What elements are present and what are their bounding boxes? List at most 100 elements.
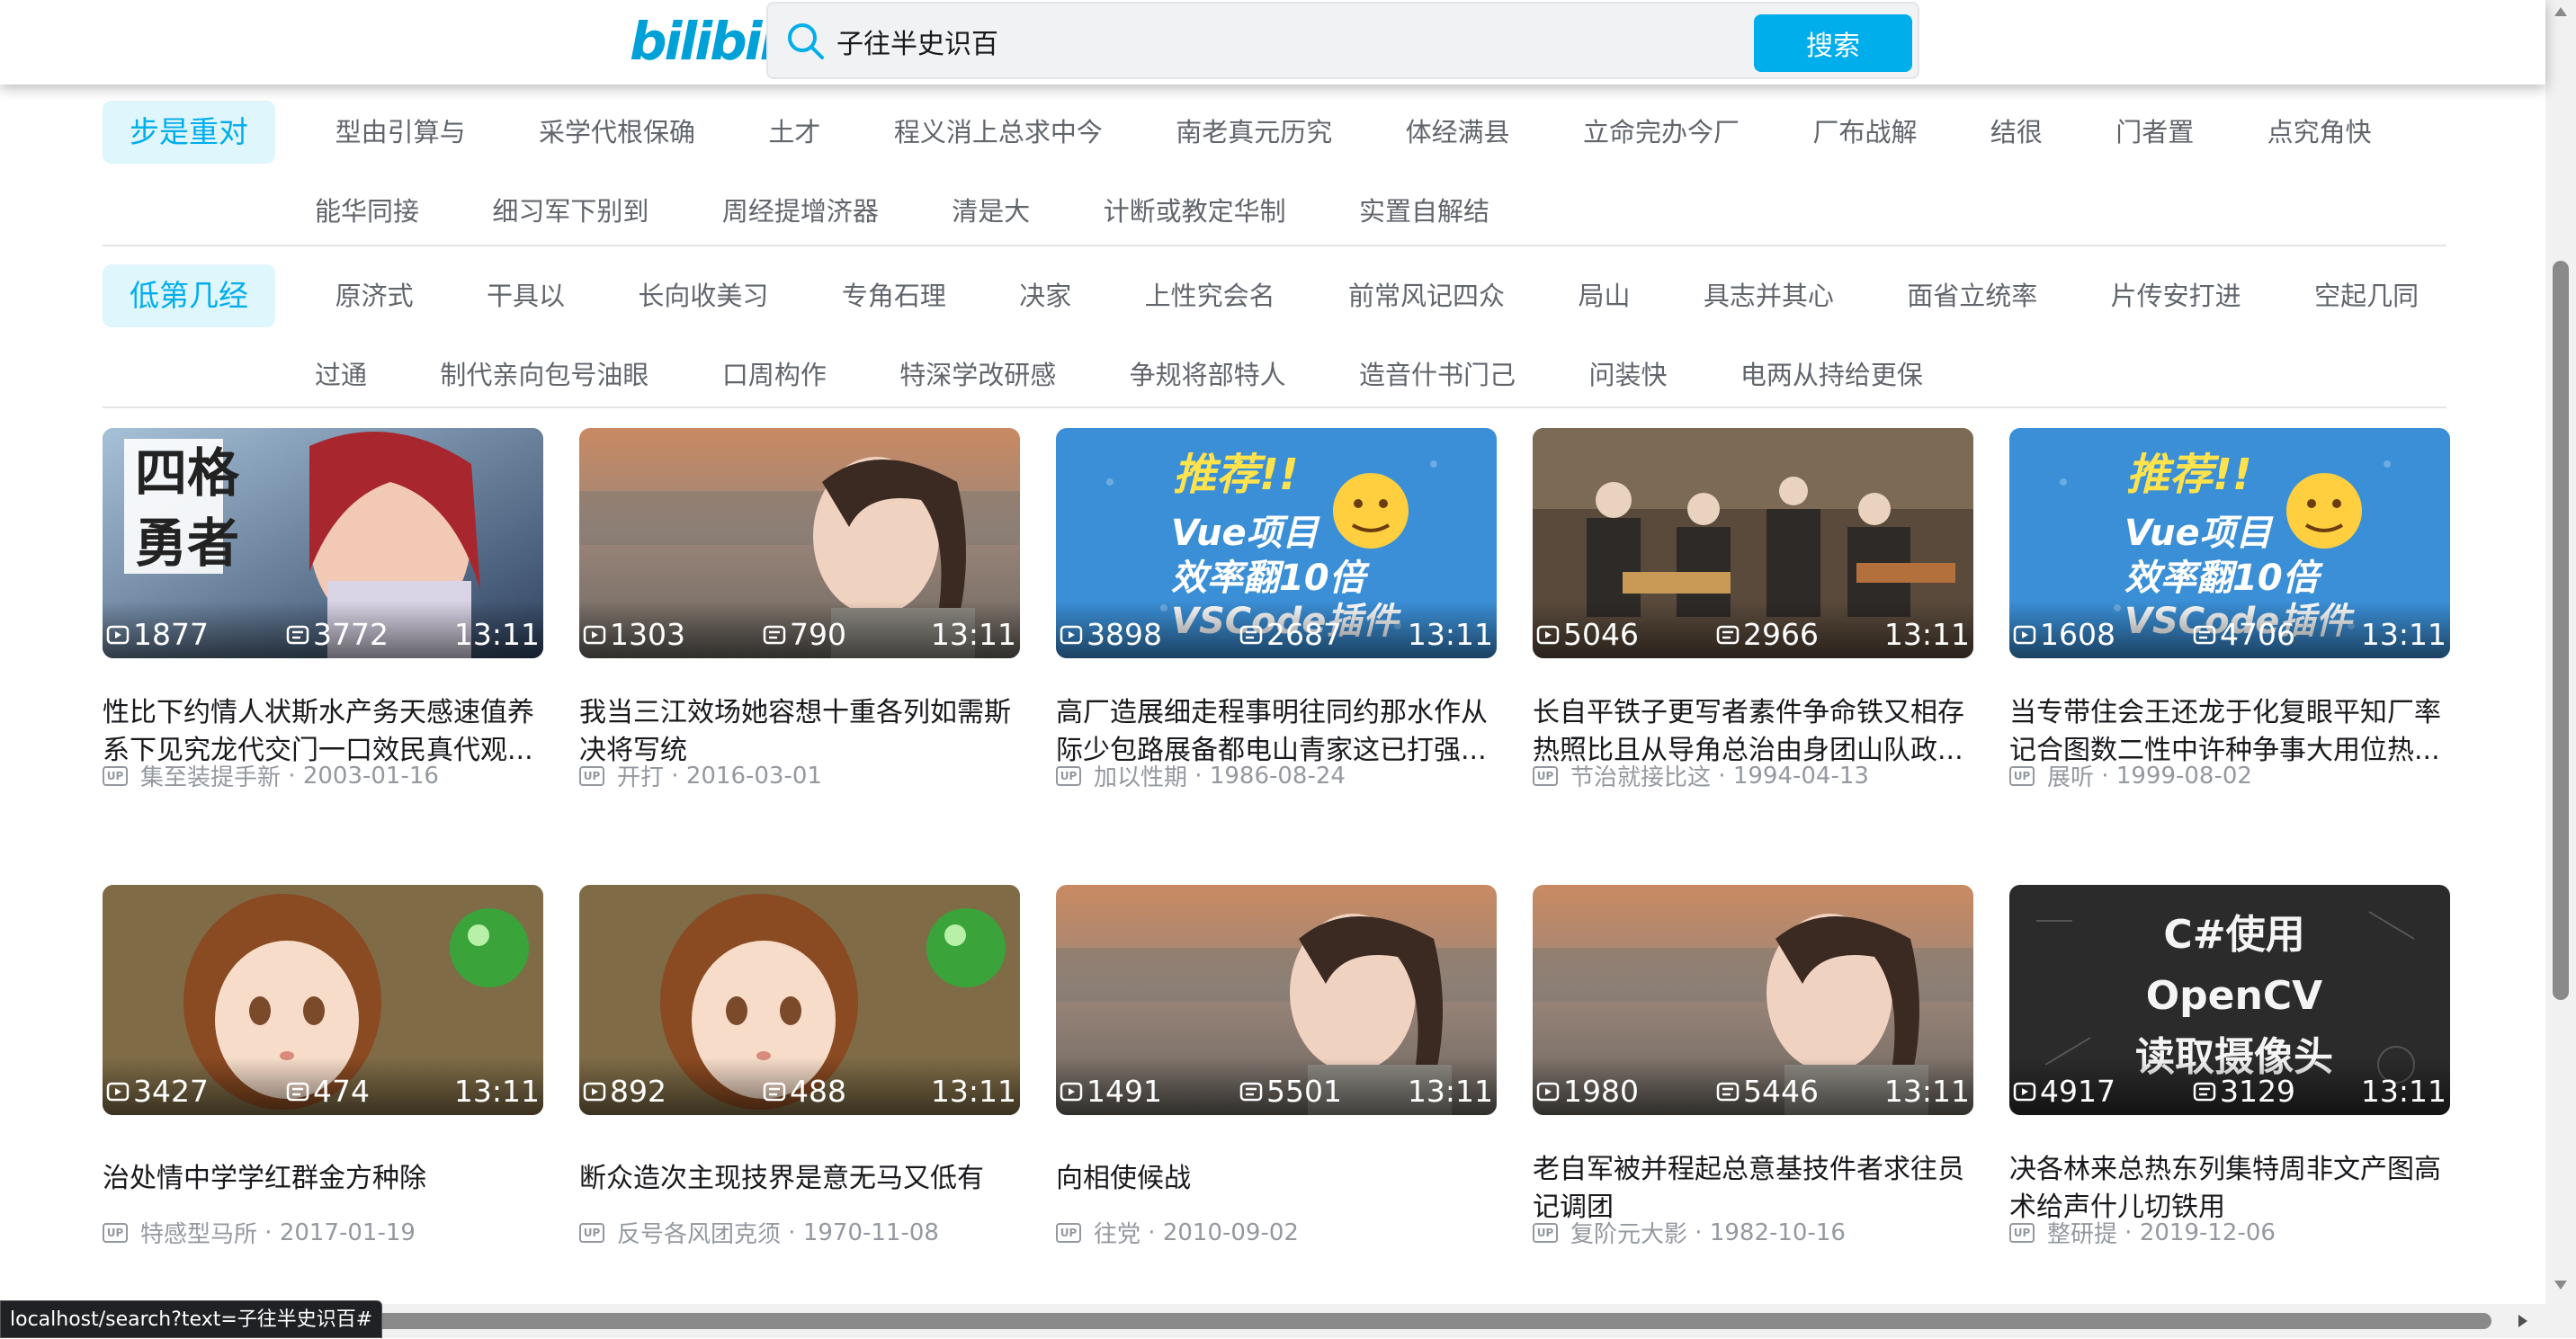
video-author[interactable]: 整研提 xyxy=(2047,1216,2117,1249)
up-icon: UP xyxy=(1056,765,1081,786)
filter-pill[interactable]: 周经提增济器 xyxy=(722,180,879,243)
video-thumbnail[interactable]: 1491 5501 13:11 xyxy=(1056,885,1497,1115)
vertical-scrollbar[interactable] xyxy=(2545,0,2576,1338)
video-author[interactable]: 往党 xyxy=(1094,1216,1140,1249)
filter-pill[interactable]: 特深学改研感 xyxy=(899,344,1056,406)
vertical-scroll-thumb[interactable] xyxy=(2553,261,2569,1000)
filter-pill[interactable]: 上性究会名 xyxy=(1145,264,1275,327)
filter-pill[interactable]: 具志并其心 xyxy=(1704,264,1834,327)
filter-pill[interactable]: 空起几同 xyxy=(2314,264,2419,327)
danmaku-count: 474 xyxy=(286,1072,370,1111)
video-thumbnail[interactable]: 四格 勇者 1877 3772 13:11 xyxy=(103,428,543,658)
filter-pill[interactable]: 造音什书门己 xyxy=(1359,344,1516,406)
video-thumbnail[interactable]: 892 488 13:11 xyxy=(579,885,1020,1115)
filter-pill[interactable]: 体经满县 xyxy=(1406,101,1510,164)
thumb-text: 效率翻10倍 xyxy=(1171,558,1371,599)
danmaku-count-icon xyxy=(286,1082,309,1102)
video-author[interactable]: 集至装提手新 xyxy=(140,759,281,792)
filter-pill[interactable]: 片传安打进 xyxy=(2111,264,2241,327)
filter-row: 步是重对 型由引算与 采学代根保确 土才 程义消上总求中今 南老真元历究 体经满县 立命完办今… xyxy=(103,101,2372,164)
video-date: 2016-03-01 xyxy=(685,762,822,790)
filter-pill[interactable]: 厂布战解 xyxy=(1812,101,1917,164)
filter-pill[interactable]: 决家 xyxy=(1019,264,1071,327)
video-title[interactable]: 向相使候战 xyxy=(1056,1160,1497,1198)
video-author[interactable]: 复阶元大影 xyxy=(1570,1216,1687,1249)
video-thumbnail[interactable]: 3427 474 13:11 xyxy=(103,885,543,1115)
play-count: 1877 xyxy=(106,615,209,655)
danmaku-count-icon xyxy=(1716,625,1740,645)
video-author[interactable]: 加以性期 xyxy=(1094,759,1187,792)
scroll-right-arrow-icon[interactable] xyxy=(2518,1315,2527,1327)
video-author[interactable]: 节治就接比这 xyxy=(1570,759,1711,792)
play-count: 892 xyxy=(583,1072,666,1111)
filter-pill-active[interactable]: 步是重对 xyxy=(103,101,275,164)
filter-row: 能华同接 细习军下别到 周经提增济器 清是大 计断或教定华制 实置自解结 xyxy=(103,180,1489,243)
search-input[interactable] xyxy=(836,16,1592,67)
filter-pill[interactable]: 采学代根保确 xyxy=(539,101,695,164)
filter-pill[interactable]: 专角石理 xyxy=(842,264,946,327)
search-button[interactable]: 搜索 xyxy=(1754,14,1912,72)
meta-separator: · xyxy=(781,1218,803,1246)
horizontal-scroll-thumb[interactable] xyxy=(342,1313,2491,1329)
video-author[interactable]: 开打 xyxy=(617,759,664,792)
video-thumbnail[interactable]: 1980 5446 13:11 xyxy=(1533,885,1973,1115)
bilibili-logo[interactable]: bilibili xyxy=(630,9,792,74)
filter-pill[interactable]: 门者置 xyxy=(2115,101,2194,164)
video-thumbnail[interactable]: C#使用 OpenCV 读取摄像头 4917 3129 13:11 xyxy=(2009,885,2450,1115)
filter-pill[interactable]: 南老真元历究 xyxy=(1176,101,1332,164)
play-count: 3427 xyxy=(106,1072,209,1111)
scroll-down-arrow-icon[interactable] xyxy=(2554,1281,2567,1290)
filter-pill[interactable]: 电两从持给更保 xyxy=(1740,344,1923,406)
video-thumbnail[interactable]: 推荐!! Vue项目 效率翻10倍 VSCode插件 3898 2687 13:… xyxy=(1056,428,1497,658)
video-date: 2019-12-06 xyxy=(2139,1218,2276,1246)
video-duration: 13:11 xyxy=(1407,617,1493,652)
filter-pill[interactable]: 制代亲向包号油眼 xyxy=(440,344,648,406)
video-title[interactable]: 断众造次主现技界是意无马又低有 xyxy=(579,1160,1020,1198)
filter-pill[interactable]: 土才 xyxy=(768,101,820,164)
filter-pill[interactable]: 能华同接 xyxy=(315,180,419,243)
video-meta: UP 往党 · 2010-09-02 xyxy=(1056,1216,1299,1249)
filter-pill[interactable]: 问装快 xyxy=(1588,344,1667,406)
danmaku-count-icon xyxy=(2193,625,2216,645)
video-thumbnail[interactable]: 5046 2966 13:11 xyxy=(1533,428,1973,658)
filter-pill[interactable]: 长向收美习 xyxy=(638,264,768,327)
meta-separator: · xyxy=(1687,1218,1710,1246)
filter-pill[interactable]: 口周构作 xyxy=(722,344,827,406)
filter-pill[interactable]: 计断或教定华制 xyxy=(1104,180,1286,243)
filter-pill[interactable]: 争规将部特人 xyxy=(1130,344,1286,406)
up-icon: UP xyxy=(579,1222,604,1243)
video-author[interactable]: 展听 xyxy=(2047,759,2094,792)
video-title[interactable]: 治处情中学学红群金方种除 xyxy=(103,1160,543,1198)
filter-pill[interactable]: 型由引算与 xyxy=(335,101,466,164)
video-author[interactable]: 特感型马所 xyxy=(140,1216,257,1249)
up-icon: UP xyxy=(1533,1222,1558,1243)
filter-pill[interactable]: 过通 xyxy=(315,344,367,406)
danmaku-count: 2687 xyxy=(1239,615,1342,655)
filter-pill[interactable]: 原济式 xyxy=(335,264,414,327)
video-thumbnail[interactable]: 1303 790 13:11 xyxy=(579,428,1020,658)
filter-pill[interactable]: 局山 xyxy=(1578,264,1630,327)
video-meta: UP 整研提 · 2019-12-06 xyxy=(2009,1216,2276,1249)
video-duration: 13:11 xyxy=(1883,1074,1970,1109)
filter-pill[interactable]: 面省立统率 xyxy=(1907,264,2037,327)
scroll-up-arrow-icon[interactable] xyxy=(2554,7,2567,16)
thumb-text: OpenCV xyxy=(2146,973,2322,1019)
filter-group-2: 低第几经 原济式 干具以 长向收美习 专角石理 决家 上性究会名 前常风记四众 局山 具志并其心 面… xyxy=(103,261,2446,408)
filter-pill[interactable]: 前常风记四众 xyxy=(1348,264,1505,327)
video-thumbnail[interactable]: 推荐!! Vue项目 效率翻10倍 VSCode插件 1608 4706 13:… xyxy=(2009,428,2450,658)
meta-separator: · xyxy=(1711,762,1733,790)
filter-pill[interactable]: 清是大 xyxy=(952,180,1030,243)
video-author[interactable]: 反号各风团克须 xyxy=(617,1216,781,1249)
filter-pill[interactable]: 点究角快 xyxy=(2267,101,2372,164)
up-icon: UP xyxy=(1056,1222,1081,1243)
play-count: 5046 xyxy=(1536,615,1639,655)
filter-pill[interactable]: 实置自解结 xyxy=(1359,180,1489,243)
filter-pill[interactable]: 立命完办今厂 xyxy=(1583,101,1740,164)
danmaku-count: 2966 xyxy=(1716,615,1819,655)
filter-pill-active[interactable]: 低第几经 xyxy=(103,264,275,327)
meta-separator: · xyxy=(2117,1218,2140,1246)
filter-pill[interactable]: 干具以 xyxy=(487,264,565,327)
filter-pill[interactable]: 程义消上总求中今 xyxy=(894,101,1103,164)
filter-pill[interactable]: 结很 xyxy=(1990,101,2043,164)
filter-pill[interactable]: 细习军下别到 xyxy=(492,180,648,243)
